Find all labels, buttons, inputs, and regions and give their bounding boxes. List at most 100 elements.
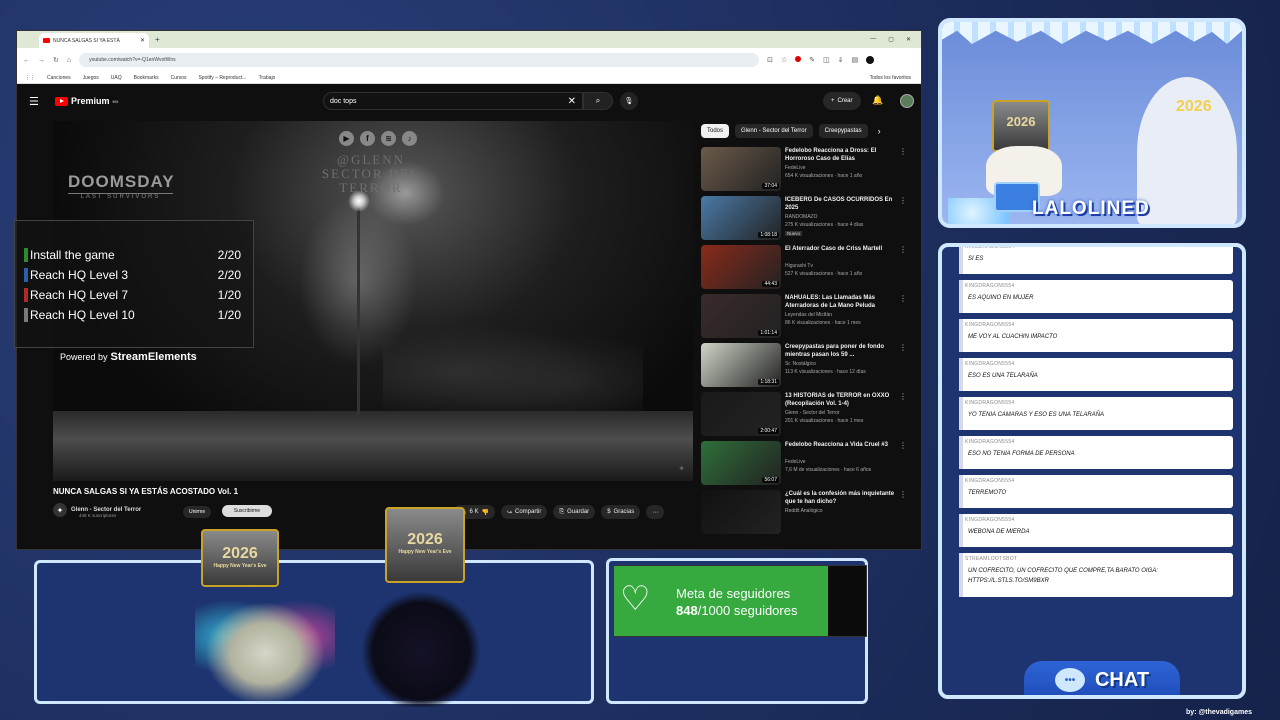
home-icon[interactable]: ⌂ — [67, 57, 71, 64]
recommendation-title[interactable]: 13 HISTORIAS de TERROR en OXXO (Recopila… — [785, 392, 897, 408]
record-icon[interactable] — [795, 56, 802, 62]
logo-text: Premium — [71, 96, 110, 106]
clear-search-icon[interactable]: ✕ — [568, 96, 576, 107]
more-options-icon[interactable]: ⋮ — [899, 245, 907, 254]
bell-icon[interactable]: 🔔 — [872, 95, 883, 106]
star-icon[interactable]: ☆ — [781, 56, 787, 64]
more-options-icon[interactable]: ⋮ — [899, 196, 907, 205]
url-field[interactable]: youtube.com/watch?v=-Q1enWvotWns — [79, 53, 760, 67]
bookmark-item[interactable]: Cursos — [171, 75, 187, 81]
chip-channel[interactable]: Glenn - Sector del Terror — [735, 124, 813, 138]
message-accent — [959, 436, 963, 469]
new-tab-icon[interactable]: + — [155, 35, 160, 44]
recommendation-title[interactable]: ICEBERG De CASOS OCURRIDOS En 2025 — [785, 196, 897, 212]
recommendation-title[interactable]: Fedelobo Reacciona a Drossː El Horroroso… — [785, 147, 897, 163]
bookmark-item[interactable]: Juegos — [83, 75, 99, 81]
reload-icon[interactable]: ↻ — [53, 56, 59, 64]
menu-icon[interactable]: ☰ — [29, 95, 49, 108]
more-options-icon[interactable]: ⋮ — [899, 441, 907, 450]
recommendation-item[interactable]: 1:01:14 NAHUALES: Las Llamadas Más Aterra… — [701, 294, 911, 340]
back-icon[interactable]: ← — [23, 57, 30, 64]
recommendation-item[interactable]: 44:43 El Aterrador Caso de Criss Martell H… — [701, 245, 911, 291]
bookmark-item[interactable]: UAQ — [111, 75, 122, 81]
recommendation-channel[interactable]: FedeLive — [785, 459, 806, 465]
pen-icon[interactable]: ✎ — [809, 56, 815, 64]
video-thumbnail[interactable]: 2:00:47 — [701, 392, 781, 436]
recommendation-channel[interactable]: RANDOMAZO — [785, 214, 818, 220]
video-thumbnail[interactable]: 44:43 — [701, 245, 781, 289]
recommendation-channel[interactable]: Sr. Nostálgico — [785, 361, 816, 367]
message-accent — [959, 319, 963, 352]
share-button[interactable]: ↪ Compartir — [500, 505, 548, 519]
recommendation-channel[interactable]: FedeLive — [785, 165, 806, 171]
more-options-icon[interactable]: ⋮ — [899, 147, 907, 156]
recommendation-item[interactable]: ¿Cuál es la confesión más inquietante qu… — [701, 490, 911, 536]
browser-tab[interactable]: NUNCA SALGAS SI YA ESTÁ ✕ — [39, 33, 149, 48]
search-input[interactable]: doc tops ✕ — [323, 92, 583, 110]
chat-link[interactable]: HTTPS://L.STLS.TO/SM9BXR — [968, 578, 1049, 584]
search-button[interactable]: ⌕ — [583, 92, 613, 110]
join-button[interactable]: Unirme — [183, 506, 212, 518]
install-icon[interactable]: ⊡ — [767, 56, 773, 64]
recommendation-channel[interactable]: Leyendas del Mictlán — [785, 312, 832, 318]
recommendation-channel[interactable]: Higurashi Tv — [785, 263, 813, 269]
chip-all[interactable]: Todos — [701, 124, 730, 138]
forward-icon[interactable]: → — [38, 57, 45, 64]
mic-icon[interactable]: 🎙 — [620, 92, 638, 110]
video-thumbnail[interactable]: 1:18:31 — [701, 343, 781, 387]
apps-icon[interactable]: ⋮⋮ — [25, 75, 35, 81]
recommendation-channel[interactable]: Glenn - Sector del Terror — [785, 410, 840, 416]
profile-icon[interactable] — [866, 56, 875, 64]
thanks-label: Gracias — [613, 509, 635, 515]
goal-row: Reach HQ Level 3 2/20 — [15, 265, 255, 285]
video-thumbnail[interactable]: 1:08:18 — [701, 196, 781, 240]
recommendation-title[interactable]: Creepypastas para poner de fondo mientra… — [785, 343, 897, 359]
sidebar-icon[interactable]: ▤ — [852, 56, 859, 64]
bookmark-item[interactable]: Canciones — [47, 75, 71, 81]
bookmark-item[interactable]: Spotify – Reproduct... — [198, 75, 246, 81]
close-window-icon[interactable]: ✕ — [906, 36, 911, 43]
recommendation-item[interactable]: 56:07 Fedelobo Reacciona a Vida Cruel #3 F… — [701, 441, 911, 487]
more-actions-icon[interactable]: ⋯ — [646, 505, 665, 519]
social-icons: ▶ f ≋ ♪ — [339, 131, 417, 146]
more-options-icon[interactable]: ⋮ — [899, 392, 907, 401]
close-tab-icon[interactable]: ✕ — [140, 37, 145, 44]
thumbs-down-icon[interactable]: 👎 — [482, 509, 489, 516]
recommendation-item[interactable]: 37:04 Fedelobo Reacciona a Drossː El Horr… — [701, 147, 911, 193]
subscribe-button[interactable]: Suscribirme — [222, 505, 272, 517]
save-button[interactable]: ⎘ Guardar — [553, 505, 596, 519]
chip-creepypastas[interactable]: Creepypastas — [818, 124, 868, 138]
recommendation-item[interactable]: 2:00:47 13 HISTORIAS de TERROR en OXXO (R… — [701, 392, 911, 438]
recommendation-channel[interactable]: Reddit Analógico — [785, 508, 823, 514]
puzzle-icon[interactable]: ◫ — [823, 56, 830, 64]
minimize-icon[interactable]: — — [870, 36, 876, 43]
recommendation-title[interactable]: El Aterrador Caso de Criss Martell — [785, 245, 897, 253]
all-bookmarks[interactable]: Todos los favoritos — [870, 75, 921, 81]
video-thumbnail[interactable]: 56:07 — [701, 441, 781, 485]
chevron-right-icon[interactable]: › — [878, 126, 881, 136]
avatar[interactable] — [900, 94, 914, 108]
channel-avatar[interactable]: ✦ — [53, 503, 67, 517]
bookmark-item[interactable]: Bookmarks — [134, 75, 159, 81]
more-options-icon[interactable]: ⋮ — [899, 294, 907, 303]
youtube-logo[interactable]: Premium MX — [55, 96, 119, 106]
channel-watermark-icon[interactable]: ✦ — [678, 464, 685, 473]
more-options-icon[interactable]: ⋮ — [899, 490, 907, 499]
video-title: NUNCA SALGAS SI YA ESTÁS ACOSTADO Vol. 1 — [53, 487, 239, 496]
recommendation-title[interactable]: NAHUALES: Las Llamadas Más Aterradoras d… — [785, 294, 897, 310]
video-thumbnail[interactable]: 1:01:14 — [701, 294, 781, 338]
recommendation-item[interactable]: 1:18:31 Creepypastas para poner de fondo … — [701, 343, 911, 389]
recommendation-title[interactable]: ¿Cuál es la confesión más inquietante qu… — [785, 490, 897, 506]
download-icon[interactable]: ⇓ — [838, 56, 844, 64]
thanks-button[interactable]: $ Gracias — [601, 505, 641, 519]
bookmark-item[interactable]: Trabajo — [259, 75, 276, 81]
video-duration: 1:08:18 — [758, 232, 779, 238]
recommendation-title[interactable]: Fedelobo Reacciona a Vida Cruel #3 — [785, 441, 897, 449]
maximize-icon[interactable]: ▢ — [888, 36, 894, 43]
video-thumbnail[interactable] — [701, 490, 781, 534]
more-options-icon[interactable]: ⋮ — [899, 343, 907, 352]
video-thumbnail[interactable]: 37:04 — [701, 147, 781, 191]
create-button[interactable]: + Crear — [823, 92, 861, 110]
chat-message: KINGDRAGON5554 ESO ES UNA TELARAÑA — [959, 358, 1233, 391]
recommendation-item[interactable]: 1:08:18 ICEBERG De CASOS OCURRIDOS En 202… — [701, 196, 911, 242]
